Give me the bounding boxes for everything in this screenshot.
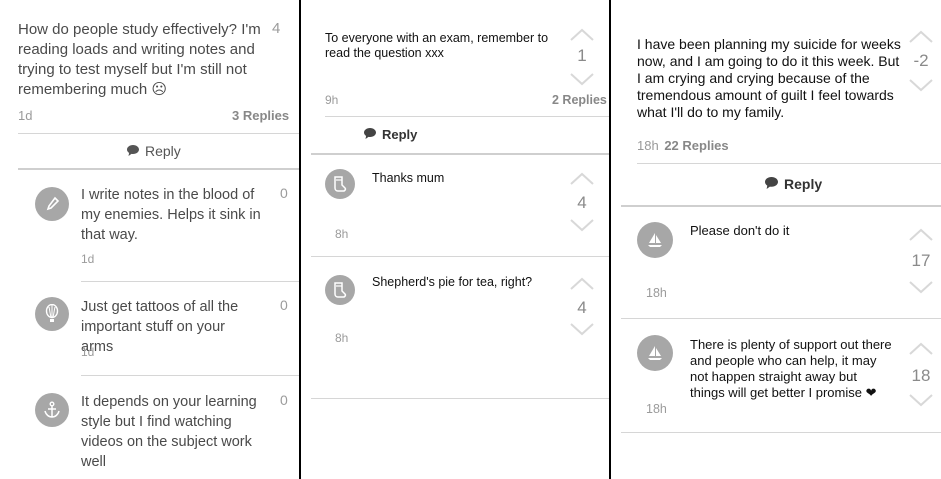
comment-time: 8h: [335, 331, 349, 345]
post-text: I have been planning my suicide for week…: [637, 36, 901, 120]
comment-time: 1d: [81, 252, 95, 266]
comment-time: 1d: [81, 345, 95, 359]
downvote-icon[interactable]: [908, 78, 934, 92]
divider: [637, 163, 941, 164]
comment-score: 0: [280, 392, 288, 408]
comment-score: 4: [577, 298, 587, 317]
divider: [18, 133, 299, 134]
speech-bubble-icon: [127, 143, 139, 159]
downvote-icon[interactable]: [908, 280, 934, 294]
post-time: 1d: [18, 108, 33, 123]
comment-time: 8h: [335, 227, 349, 241]
divider: [311, 256, 609, 257]
post-text: How do people study effectively? I'm rea…: [18, 21, 261, 98]
post-time: 9h: [325, 93, 339, 107]
section-divider: [311, 153, 609, 155]
post-meta: 18h 22 Replies: [637, 138, 729, 153]
section-divider: [621, 205, 941, 207]
post-score: 1: [577, 46, 587, 65]
sailboat-icon: [637, 335, 673, 371]
post-time: 18h: [637, 138, 659, 153]
comment-score: 17: [911, 251, 931, 270]
reply-button[interactable]: Reply: [765, 176, 822, 192]
replies-count[interactable]: 2 Replies: [552, 93, 607, 107]
section-divider: [18, 168, 299, 170]
replies-count[interactable]: 22 Replies: [664, 138, 728, 153]
speech-bubble-icon: [765, 176, 778, 192]
comment-score: 4: [577, 193, 587, 212]
upvote-icon[interactable]: [908, 228, 934, 242]
downvote-icon[interactable]: [569, 322, 595, 336]
comment-text: It depends on your learning style but I …: [81, 394, 257, 470]
thread-panel-study: How do people study effectively? I'm rea…: [0, 0, 299, 479]
comment-score: 0: [280, 297, 288, 313]
comment-score: 0: [280, 185, 288, 201]
sailboat-icon: [637, 222, 673, 258]
thread-panel-support: I have been planning my suicide for week…: [611, 0, 941, 479]
reply-label: Reply: [382, 127, 418, 142]
comment-time: 18h: [646, 402, 667, 416]
divider: [621, 432, 941, 433]
downvote-icon[interactable]: [569, 72, 595, 86]
divider: [311, 398, 609, 399]
reply-button[interactable]: Reply: [127, 143, 181, 159]
balloon-icon: [35, 297, 69, 331]
sock-icon: [325, 169, 355, 199]
reply-label: Reply: [145, 143, 181, 159]
upvote-icon[interactable]: [569, 28, 595, 42]
comment-score: 18: [911, 366, 931, 385]
pen-icon: [35, 187, 69, 221]
comment-time: 18h: [646, 286, 667, 300]
upvote-icon[interactable]: [908, 30, 934, 44]
replies-count[interactable]: 3 Replies: [232, 108, 289, 123]
upvote-icon[interactable]: [908, 342, 934, 356]
divider: [81, 281, 299, 282]
comment-text: Just get tattoos of all the important st…: [81, 299, 239, 355]
post-text: To everyone with an exam, remember to re…: [325, 31, 549, 60]
upvote-icon[interactable]: [569, 172, 595, 186]
speech-bubble-icon: [364, 127, 376, 142]
divider: [81, 375, 299, 376]
downvote-icon[interactable]: [908, 393, 934, 407]
post-score: 4: [272, 20, 281, 37]
sock-icon: [325, 275, 355, 305]
downvote-icon[interactable]: [569, 218, 595, 232]
thread-panel-exam: To everyone with an exam, remember to re…: [301, 0, 609, 479]
reply-label: Reply: [784, 176, 823, 192]
comment-text: Thanks mum: [372, 171, 445, 185]
divider: [325, 116, 609, 117]
comment-text: Shepherd's pie for tea, right?: [372, 275, 533, 289]
anchor-icon: [35, 393, 69, 427]
divider: [621, 318, 941, 319]
comment-text: There is plenty of support out there and…: [690, 337, 892, 400]
upvote-icon[interactable]: [569, 277, 595, 291]
comment-text: I write notes in the blood of my enemies…: [81, 187, 261, 243]
reply-button[interactable]: Reply: [364, 127, 417, 142]
comment-text: Please don't do it: [690, 223, 790, 238]
post-score: -2: [913, 51, 929, 70]
